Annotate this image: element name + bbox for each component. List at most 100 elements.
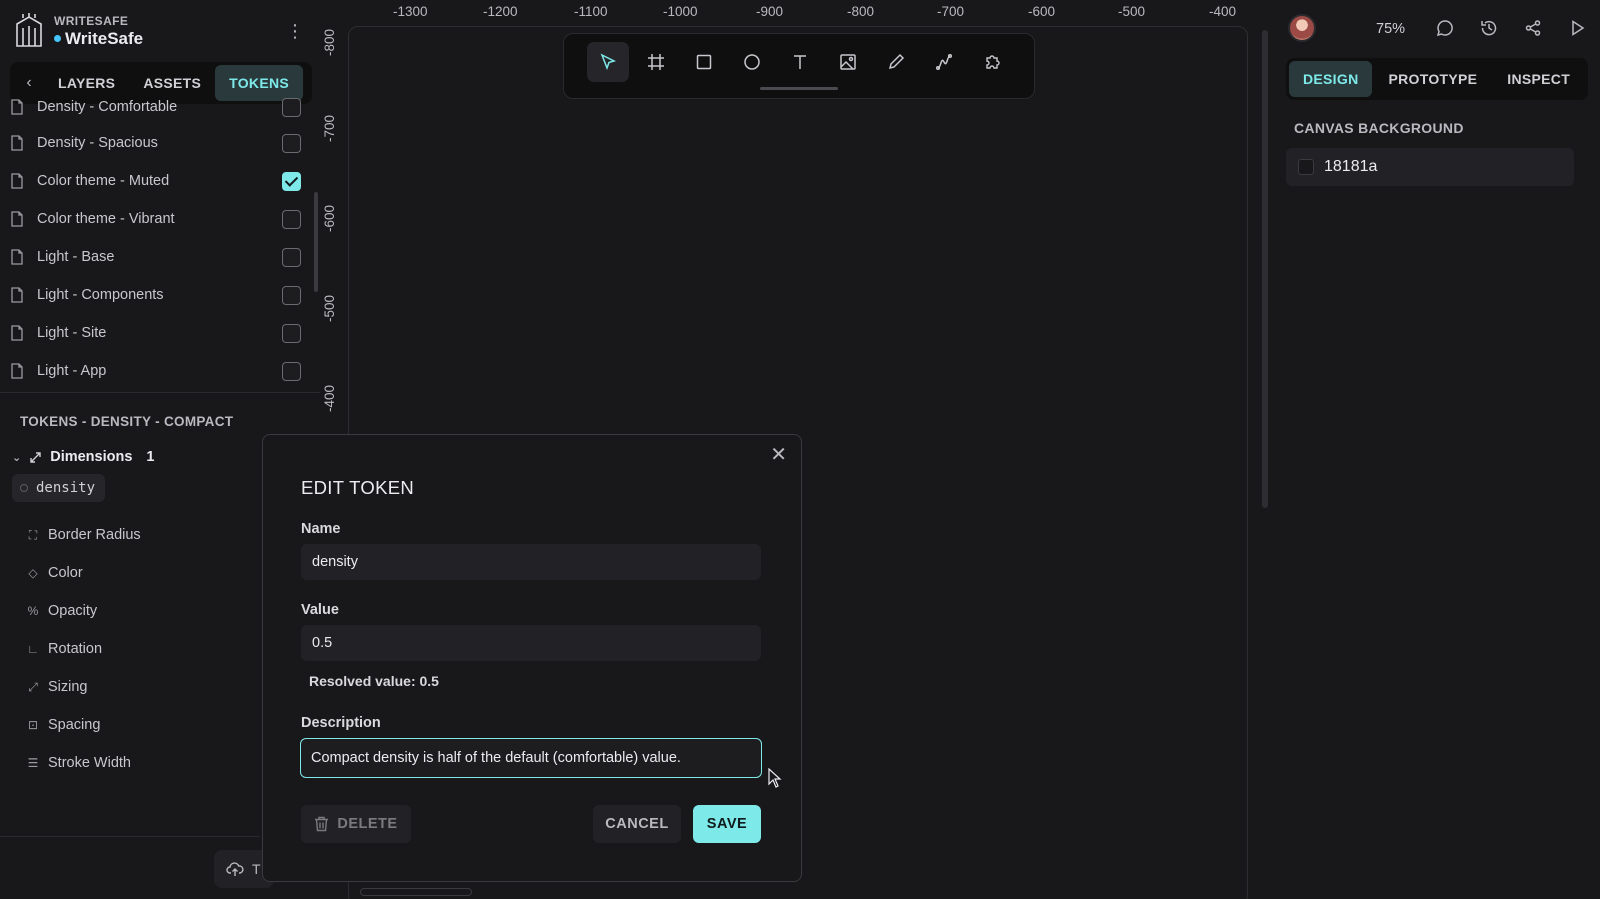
import-label: T [252, 861, 261, 877]
color-drop-icon: ◇ [28, 566, 38, 580]
tab-design[interactable]: DESIGN [1289, 61, 1373, 97]
chevron-down-icon: ⌄ [12, 451, 22, 464]
canvas-background-title: CANVAS BACKGROUND [1294, 120, 1464, 136]
color-swatch[interactable] [1298, 159, 1314, 175]
toolbar-drag-handle[interactable] [760, 87, 838, 90]
dimensions-icon [30, 451, 41, 463]
token-set-checkbox[interactable] [282, 97, 301, 117]
ruler-tick: -1100 [574, 4, 608, 19]
token-set-checkbox[interactable] [282, 361, 301, 381]
project-name-label: WriteSafe [65, 28, 144, 48]
token-set-row[interactable]: Light - Base [0, 238, 312, 276]
token-set-row[interactable]: Color theme - Muted [0, 162, 312, 200]
token-type-spacing[interactable]: ⊡ Spacing [26, 710, 100, 740]
token-set-checkbox[interactable] [282, 209, 301, 229]
token-type-stroke-width[interactable]: ☰ Stroke Width [26, 748, 131, 778]
token-set-checkbox[interactable] [282, 247, 301, 267]
back-chevron-icon[interactable]: ‹ [14, 74, 44, 92]
text-tool-button[interactable] [779, 42, 821, 82]
canvas-background-field[interactable]: 18181a [1286, 148, 1574, 186]
token-set-label: Density - Comfortable [37, 99, 178, 115]
board-tool-button[interactable] [635, 42, 677, 82]
avatar[interactable] [1288, 14, 1316, 42]
token-type-color[interactable]: ◇ Color [26, 558, 82, 588]
sizing-icon: ⤢ [28, 679, 38, 694]
token-set-checkbox[interactable] [282, 323, 301, 343]
move-tool-button[interactable] [587, 42, 629, 82]
name-field[interactable]: density [301, 544, 761, 580]
token-set-checkbox[interactable] [282, 171, 301, 191]
dimensions-group[interactable]: ⌄ Dimensions 1 [12, 449, 154, 465]
ruler-tick: -1200 [483, 4, 518, 19]
divider [0, 836, 260, 837]
name-label: Name [301, 521, 341, 537]
writesafe-logo-icon [16, 13, 42, 47]
token-dot-icon [20, 484, 28, 492]
pointer-icon [600, 53, 617, 71]
play-icon[interactable] [1566, 17, 1588, 39]
ruler-tick: -400 [1209, 4, 1237, 19]
history-icon[interactable] [1478, 17, 1500, 39]
zoom-level[interactable]: 75% [1376, 21, 1405, 37]
token-type-label: Border Radius [48, 527, 141, 543]
token-set-row[interactable]: Color theme - Vibrant [0, 200, 312, 238]
description-field[interactable]: Compact density is half of the default (… [300, 738, 762, 778]
token-pill-label: density [36, 480, 96, 496]
tab-inspect[interactable]: INSPECT [1493, 61, 1584, 97]
token-set-label: Light - App [37, 363, 107, 379]
canvas-horizontal-scrollbar[interactable] [360, 888, 472, 896]
ruler-tick: -500 [1118, 4, 1146, 19]
ruler-tick: -800 [322, 28, 337, 56]
file-icon [11, 173, 23, 189]
dimensions-count: 1 [146, 449, 155, 465]
more-menu-icon[interactable]: ⋮ [286, 22, 304, 40]
save-button[interactable]: SAVE [693, 805, 761, 843]
token-set-row[interactable]: Density - Spacious [0, 124, 312, 162]
token-set-row[interactable]: Light - App [0, 352, 312, 390]
close-icon[interactable]: ✕ [770, 445, 787, 465]
token-type-sizing[interactable]: ⤢ Sizing [26, 672, 87, 702]
border-radius-icon: ⛶ [28, 527, 38, 542]
spacing-icon: ⊡ [27, 718, 39, 732]
path-tool-button[interactable] [923, 42, 965, 82]
plugins-tool-button[interactable] [971, 42, 1013, 82]
cloud-upload-icon [226, 862, 244, 876]
token-set-label: Light - Site [37, 325, 107, 341]
path-icon [935, 53, 953, 71]
token-set-label: Density - Spacious [37, 135, 158, 151]
value-field[interactable]: 0.5 [301, 625, 761, 661]
image-tool-button[interactable] [827, 42, 869, 82]
share-icon[interactable] [1522, 17, 1544, 39]
right-tabs: DESIGN PROTOTYPE INSPECT [1286, 58, 1588, 100]
token-set-label: Color theme - Muted [37, 173, 170, 189]
ruler-tick: -700 [937, 4, 965, 19]
ruler-tick: -700 [322, 114, 337, 142]
dimensions-label: Dimensions [50, 449, 133, 465]
image-icon [840, 54, 856, 70]
token-type-label: Spacing [48, 717, 101, 733]
tab-prototype[interactable]: PROTOTYPE [1374, 61, 1491, 97]
cancel-button[interactable]: CANCEL [593, 805, 681, 843]
token-set-row[interactable]: Light - Components [0, 276, 312, 314]
sets-scrollbar[interactable] [314, 192, 318, 292]
delete-button[interactable]: DELETE [301, 805, 411, 843]
project-name[interactable]: WriteSafe [54, 29, 143, 49]
token-set-checkbox[interactable] [282, 285, 301, 305]
canvas-vertical-scrollbar[interactable] [1262, 30, 1268, 508]
token-type-opacity[interactable]: % Opacity [26, 596, 98, 626]
token-type-border-radius[interactable]: ⛶ Border Radius [26, 520, 141, 550]
pencil-icon [888, 53, 905, 70]
rotation-icon: ∟ [27, 642, 39, 656]
token-set-row[interactable]: Density - Comfortable [0, 96, 312, 126]
comments-icon[interactable] [1434, 17, 1456, 39]
modal-title: EDIT TOKEN [301, 477, 415, 498]
rectangle-tool-button[interactable] [683, 42, 725, 82]
token-set-checkbox[interactable] [282, 133, 301, 153]
ruler-left: -800 -700 -600 -500 -400 [322, 24, 344, 444]
resolved-value: Resolved value: 0.5 [309, 673, 439, 689]
token-type-rotation[interactable]: ∟ Rotation [26, 634, 102, 664]
ellipse-tool-button[interactable] [731, 42, 773, 82]
pencil-tool-button[interactable] [875, 42, 917, 82]
token-set-row[interactable]: Light - Site [0, 314, 312, 352]
token-pill-density[interactable]: density [12, 474, 106, 502]
